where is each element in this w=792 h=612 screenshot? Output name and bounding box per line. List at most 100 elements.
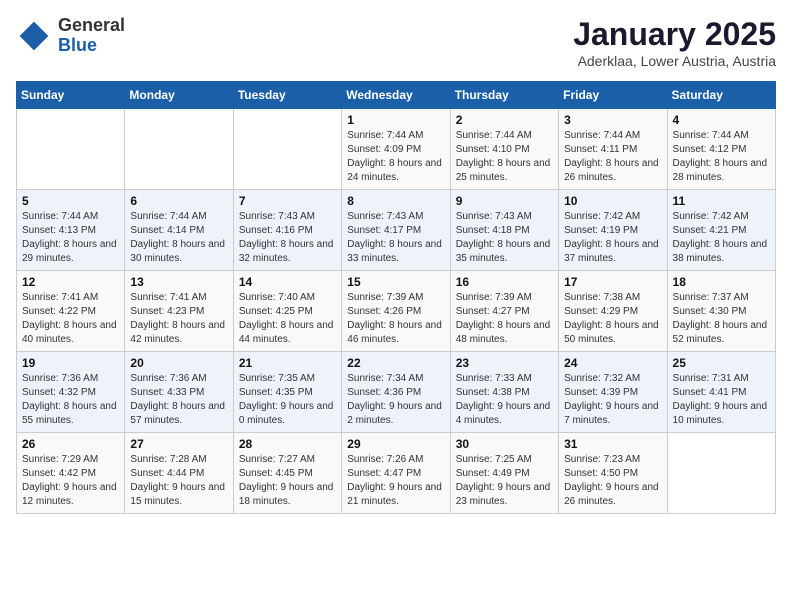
calendar-cell — [125, 109, 233, 190]
day-info: Sunrise: 7:29 AM Sunset: 4:42 PM Dayligh… — [22, 453, 119, 509]
weekday-header-monday: Monday — [125, 82, 233, 109]
day-number: 8 — [347, 194, 444, 208]
logo: General Blue — [16, 16, 125, 56]
day-number: 27 — [130, 437, 227, 451]
calendar-cell: 24 Sunrise: 7:32 AM Sunset: 4:39 PM Dayli… — [559, 352, 667, 433]
day-number: 7 — [239, 194, 336, 208]
day-number: 10 — [564, 194, 661, 208]
weekday-header-tuesday: Tuesday — [233, 82, 341, 109]
calendar-cell: 21 Sunrise: 7:35 AM Sunset: 4:35 PM Dayli… — [233, 352, 341, 433]
day-number: 9 — [456, 194, 553, 208]
calendar-cell: 15 Sunrise: 7:39 AM Sunset: 4:26 PM Dayli… — [342, 271, 450, 352]
day-number: 16 — [456, 275, 553, 289]
calendar-cell: 16 Sunrise: 7:39 AM Sunset: 4:27 PM Dayli… — [450, 271, 558, 352]
day-number: 20 — [130, 356, 227, 370]
calendar-cell: 17 Sunrise: 7:38 AM Sunset: 4:29 PM Dayli… — [559, 271, 667, 352]
calendar-cell: 23 Sunrise: 7:33 AM Sunset: 4:38 PM Dayli… — [450, 352, 558, 433]
day-info: Sunrise: 7:39 AM Sunset: 4:26 PM Dayligh… — [347, 291, 444, 347]
day-number: 21 — [239, 356, 336, 370]
day-info: Sunrise: 7:36 AM Sunset: 4:32 PM Dayligh… — [22, 372, 119, 428]
day-info: Sunrise: 7:44 AM Sunset: 4:09 PM Dayligh… — [347, 129, 444, 185]
day-number: 15 — [347, 275, 444, 289]
title-block: January 2025 Aderklaa, Lower Austria, Au… — [573, 16, 776, 69]
day-info: Sunrise: 7:36 AM Sunset: 4:33 PM Dayligh… — [130, 372, 227, 428]
day-info: Sunrise: 7:25 AM Sunset: 4:49 PM Dayligh… — [456, 453, 553, 509]
calendar-cell: 10 Sunrise: 7:42 AM Sunset: 4:19 PM Dayli… — [559, 190, 667, 271]
calendar-cell: 25Sunrise: 7:31 AM Sunset: 4:41 PM Dayli… — [667, 352, 775, 433]
calendar-header: SundayMondayTuesdayWednesdayThursdayFrid… — [17, 82, 776, 109]
day-info: Sunrise: 7:42 AM Sunset: 4:21 PM Dayligh… — [673, 210, 770, 266]
calendar-cell: 8 Sunrise: 7:43 AM Sunset: 4:17 PM Daylig… — [342, 190, 450, 271]
day-info: Sunrise: 7:38 AM Sunset: 4:29 PM Dayligh… — [564, 291, 661, 347]
day-number: 18 — [673, 275, 770, 289]
day-number: 23 — [456, 356, 553, 370]
weekday-header-wednesday: Wednesday — [342, 82, 450, 109]
calendar-cell: 29 Sunrise: 7:26 AM Sunset: 4:47 PM Dayli… — [342, 433, 450, 514]
calendar-cell: 30Sunrise: 7:25 AM Sunset: 4:49 PM Dayli… — [450, 433, 558, 514]
calendar-cell: 20 Sunrise: 7:36 AM Sunset: 4:33 PM Dayli… — [125, 352, 233, 433]
day-info: Sunrise: 7:27 AM Sunset: 4:45 PM Dayligh… — [239, 453, 336, 509]
day-number: 1 — [347, 113, 444, 127]
day-info: Sunrise: 7:35 AM Sunset: 4:35 PM Dayligh… — [239, 372, 336, 428]
day-info: Sunrise: 7:28 AM Sunset: 4:44 PM Dayligh… — [130, 453, 227, 509]
calendar-cell: 2Sunrise: 7:44 AM Sunset: 4:10 PM Daylig… — [450, 109, 558, 190]
calendar-cell: 1 Sunrise: 7:44 AM Sunset: 4:09 PM Daylig… — [342, 109, 450, 190]
calendar-cell: 6Sunrise: 7:44 AM Sunset: 4:14 PM Daylig… — [125, 190, 233, 271]
day-number: 17 — [564, 275, 661, 289]
day-info: Sunrise: 7:23 AM Sunset: 4:50 PM Dayligh… — [564, 453, 661, 509]
calendar-cell: 3 Sunrise: 7:44 AM Sunset: 4:11 PM Daylig… — [559, 109, 667, 190]
day-info: Sunrise: 7:44 AM Sunset: 4:12 PM Dayligh… — [673, 129, 770, 185]
calendar-cell: 27 Sunrise: 7:28 AM Sunset: 4:44 PM Dayli… — [125, 433, 233, 514]
weekday-header-saturday: Saturday — [667, 82, 775, 109]
month-title: January 2025 — [573, 16, 776, 53]
calendar-week-4: 19 Sunrise: 7:36 AM Sunset: 4:32 PM Dayli… — [17, 352, 776, 433]
logo-icon — [16, 18, 52, 54]
day-info: Sunrise: 7:34 AM Sunset: 4:36 PM Dayligh… — [347, 372, 444, 428]
location-text: Aderklaa, Lower Austria, Austria — [573, 53, 776, 69]
logo-blue-text: Blue — [58, 35, 97, 55]
day-info: Sunrise: 7:44 AM Sunset: 4:10 PM Dayligh… — [456, 129, 553, 185]
day-number: 31 — [564, 437, 661, 451]
day-info: Sunrise: 7:42 AM Sunset: 4:19 PM Dayligh… — [564, 210, 661, 266]
calendar-week-2: 5Sunrise: 7:44 AM Sunset: 4:13 PM Daylig… — [17, 190, 776, 271]
day-number: 26 — [22, 437, 119, 451]
day-info: Sunrise: 7:43 AM Sunset: 4:18 PM Dayligh… — [456, 210, 553, 266]
calendar-cell: 11 Sunrise: 7:42 AM Sunset: 4:21 PM Dayli… — [667, 190, 775, 271]
calendar-cell: 18Sunrise: 7:37 AM Sunset: 4:30 PM Dayli… — [667, 271, 775, 352]
calendar-cell — [17, 109, 125, 190]
weekday-header-sunday: Sunday — [17, 82, 125, 109]
day-number: 22 — [347, 356, 444, 370]
calendar-cell: 5Sunrise: 7:44 AM Sunset: 4:13 PM Daylig… — [17, 190, 125, 271]
calendar-cell: 19 Sunrise: 7:36 AM Sunset: 4:32 PM Dayli… — [17, 352, 125, 433]
calendar-cell: 31 Sunrise: 7:23 AM Sunset: 4:50 PM Dayli… — [559, 433, 667, 514]
day-info: Sunrise: 7:33 AM Sunset: 4:38 PM Dayligh… — [456, 372, 553, 428]
day-info: Sunrise: 7:43 AM Sunset: 4:16 PM Dayligh… — [239, 210, 336, 266]
day-info: Sunrise: 7:40 AM Sunset: 4:25 PM Dayligh… — [239, 291, 336, 347]
day-info: Sunrise: 7:32 AM Sunset: 4:39 PM Dayligh… — [564, 372, 661, 428]
calendar-cell: 4Sunrise: 7:44 AM Sunset: 4:12 PM Daylig… — [667, 109, 775, 190]
calendar-cell: 12 Sunrise: 7:41 AM Sunset: 4:22 PM Dayli… — [17, 271, 125, 352]
day-number: 24 — [564, 356, 661, 370]
day-info: Sunrise: 7:44 AM Sunset: 4:11 PM Dayligh… — [564, 129, 661, 185]
calendar-cell: 7 Sunrise: 7:43 AM Sunset: 4:16 PM Daylig… — [233, 190, 341, 271]
calendar-week-5: 26 Sunrise: 7:29 AM Sunset: 4:42 PM Dayli… — [17, 433, 776, 514]
day-info: Sunrise: 7:44 AM Sunset: 4:13 PM Dayligh… — [22, 210, 119, 266]
day-number: 12 — [22, 275, 119, 289]
calendar-week-1: 1 Sunrise: 7:44 AM Sunset: 4:09 PM Daylig… — [17, 109, 776, 190]
day-number: 11 — [673, 194, 770, 208]
weekday-header-friday: Friday — [559, 82, 667, 109]
day-info: Sunrise: 7:43 AM Sunset: 4:17 PM Dayligh… — [347, 210, 444, 266]
day-info: Sunrise: 7:26 AM Sunset: 4:47 PM Dayligh… — [347, 453, 444, 509]
calendar-week-3: 12 Sunrise: 7:41 AM Sunset: 4:22 PM Dayli… — [17, 271, 776, 352]
logo-general-text: General — [58, 15, 125, 35]
weekday-header-row: SundayMondayTuesdayWednesdayThursdayFrid… — [17, 82, 776, 109]
calendar-cell — [233, 109, 341, 190]
day-number: 13 — [130, 275, 227, 289]
day-number: 6 — [130, 194, 227, 208]
day-info: Sunrise: 7:39 AM Sunset: 4:27 PM Dayligh… — [456, 291, 553, 347]
day-number: 19 — [22, 356, 119, 370]
day-number: 29 — [347, 437, 444, 451]
calendar-table: SundayMondayTuesdayWednesdayThursdayFrid… — [16, 81, 776, 514]
day-number: 3 — [564, 113, 661, 127]
day-info: Sunrise: 7:41 AM Sunset: 4:22 PM Dayligh… — [22, 291, 119, 347]
